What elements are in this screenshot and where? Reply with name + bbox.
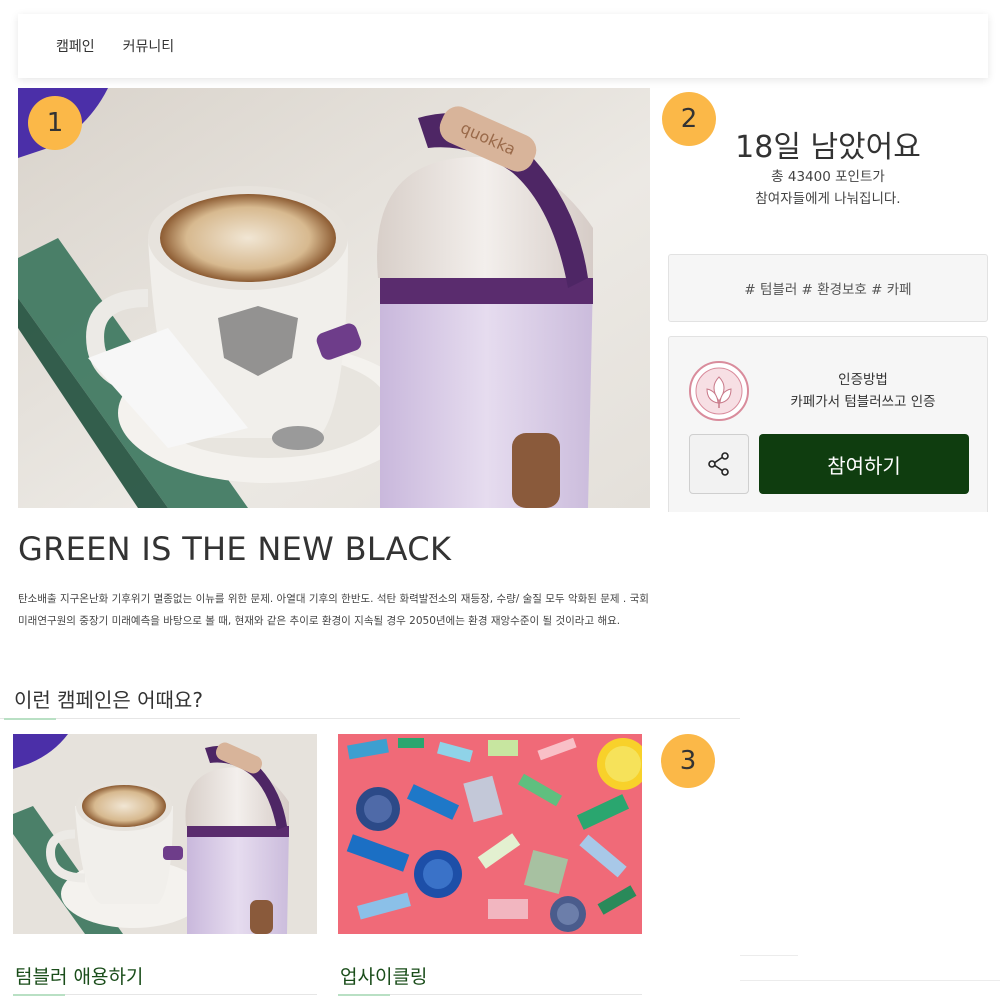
cert-title: 인증방법 <box>838 372 888 388</box>
campaign-card-upcycling[interactable]: 업사이클링 <box>338 734 642 996</box>
section-divider-accent <box>4 718 56 720</box>
card-image[interactable] <box>13 734 317 934</box>
top-nav: 캠페인 커뮤니티 <box>18 14 988 78</box>
step-badge-1: 1 <box>28 96 82 150</box>
campaign-description: 탄소배출 지구온난화 기후위기 멸종없는 이뉴를 위한 문제. 아열대 기후의 … <box>18 593 649 627</box>
share-button[interactable] <box>689 434 749 494</box>
points-line-1: 총 43400 포인트가 <box>771 169 885 185</box>
days-left-text: 18일 남았어요 <box>735 130 921 165</box>
certification-info: 인증방법 카페가서 텀블러쓰고 인증 <box>763 369 963 413</box>
card-title[interactable]: 업사이클링 <box>340 962 427 989</box>
divider <box>740 955 798 956</box>
certification-panel: 인증방법 카페가서 텀블러쓰고 인증 참여하기 <box>668 336 988 512</box>
nav-item-campaign[interactable]: 캠페인 <box>56 36 95 56</box>
section-divider <box>0 718 740 719</box>
campaign-hero-image: quokka <box>18 88 650 508</box>
divider <box>740 980 1000 981</box>
points-line-2: 참여자들에게 나눠집니다. <box>755 191 901 207</box>
cup-and-tumbler-illustration: quokka <box>18 88 650 508</box>
step-badge-3: 3 <box>661 734 715 788</box>
cert-description: 카페가서 텀블러쓰고 인증 <box>790 394 936 410</box>
share-icon <box>708 452 729 476</box>
card-divider-accent <box>338 994 390 996</box>
join-button[interactable]: 참여하기 <box>759 434 969 494</box>
nav-item-community[interactable]: 커뮤니티 <box>123 36 175 56</box>
campaign-title: GREEN IS THE NEW BLACK <box>18 530 452 568</box>
card-image[interactable] <box>338 734 642 934</box>
card-title[interactable]: 텀블러 애용하기 <box>15 962 143 989</box>
leaf-stamp-icon <box>689 361 749 421</box>
card-divider-accent <box>13 994 65 996</box>
recommend-heading: 이런 캠페인은 어때요? <box>14 688 203 712</box>
campaign-tags: # 텀블러 # 환경보호 # 카페 <box>668 254 988 322</box>
points-info: 총 43400 포인트가 참여자들에게 나눠집니다. <box>668 166 988 210</box>
campaign-card-tumbler[interactable]: 텀블러 애용하기 <box>13 734 317 996</box>
